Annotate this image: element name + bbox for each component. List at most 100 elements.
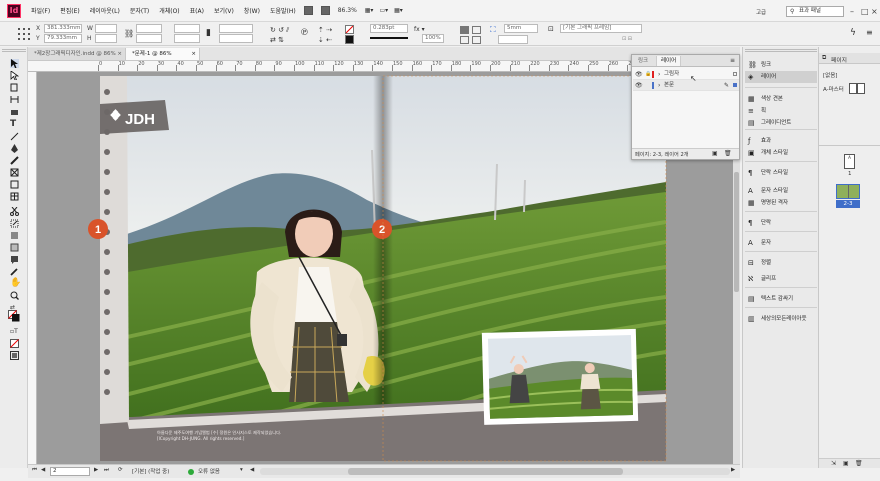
stock-icon[interactable] xyxy=(320,6,330,15)
wrap-around-icon[interactable] xyxy=(472,26,481,34)
stroke-weight-field[interactable]: 0.283pt xyxy=(370,24,408,33)
master-a[interactable]: A-마스터 xyxy=(823,85,844,93)
auto-fit-icon[interactable] xyxy=(460,36,469,44)
visibility-eye-icon[interactable]: 👁 xyxy=(635,80,643,91)
h-field[interactable] xyxy=(95,34,117,43)
delete-layer-icon[interactable]: 🗑 xyxy=(724,150,732,157)
tab-document-2[interactable]: *문제-1 @ 86% × xyxy=(126,48,200,60)
free-transform-tool-icon[interactable] xyxy=(10,219,19,228)
panel-paragraph[interactable]: ¶ 단락 xyxy=(745,217,817,229)
pages-panel-title[interactable]: 페이지 xyxy=(831,55,847,64)
gradient-swatch-tool-icon[interactable] xyxy=(10,231,19,240)
minimize-icon[interactable]: – xyxy=(850,7,854,16)
panel-link[interactable]: ⛓ 링크 xyxy=(745,59,817,71)
page-number-field[interactable]: 2 xyxy=(50,467,90,476)
selection-container-icon[interactable]: ℗ xyxy=(300,28,309,38)
lock-icon[interactable]: 🔒 xyxy=(645,69,651,80)
panel-text-wrap[interactable]: ▤ 텍스트 감싸기 xyxy=(745,293,817,305)
expand-triangle-icon[interactable]: › xyxy=(658,80,660,91)
next-page-icon[interactable]: ▶ xyxy=(94,467,98,473)
panel-menu-icon[interactable]: ≡ xyxy=(866,28,873,37)
object-style-select[interactable]: [기본 그래픽 프레임] xyxy=(560,24,642,33)
rectangle-frame-tool-icon[interactable] xyxy=(10,168,19,177)
tab-close-icon[interactable]: × xyxy=(117,48,122,60)
panel-character-style[interactable]: A 문자 스타일 xyxy=(745,185,817,197)
bridge-icon[interactable] xyxy=(303,6,313,15)
vertical-scroll-thumb[interactable] xyxy=(734,172,739,292)
layer-name[interactable]: 그림자 xyxy=(664,69,679,80)
tools-grip[interactable] xyxy=(2,49,26,52)
hand-tool-icon[interactable]: ✋ xyxy=(10,279,21,288)
layer-target-icon[interactable] xyxy=(733,83,737,87)
open-page-icon[interactable]: ⟳ xyxy=(118,467,123,473)
layer-target-icon[interactable] xyxy=(733,72,737,76)
menu-view[interactable]: 보기(V) xyxy=(214,6,234,15)
scale-x-field[interactable] xyxy=(136,24,162,33)
layer-row[interactable]: 👁 › 본문 ✎ xyxy=(633,80,739,91)
panel-align[interactable]: ⊟ 정렬 xyxy=(745,257,817,269)
zoom-level[interactable]: 86.3% xyxy=(338,7,357,14)
panel-stroke[interactable]: ≡ 획 xyxy=(745,105,817,117)
search-input[interactable]: ⚲ 표과 패널 xyxy=(786,6,844,17)
fit-frame-icon[interactable] xyxy=(472,36,481,44)
panel-gradient[interactable]: ▤ 그레이디언트 xyxy=(745,117,817,129)
apply-none-icon[interactable] xyxy=(10,339,19,348)
tab-close-icon[interactable]: × xyxy=(191,48,196,60)
select-previous-icon[interactable]: ⇣ ⇠ xyxy=(318,36,332,44)
menu-type[interactable]: 문자(T) xyxy=(130,6,149,15)
menu-layout[interactable]: 레이아웃(L) xyxy=(90,6,120,15)
first-page-icon[interactable]: ⏮ xyxy=(32,467,37,474)
menu-file[interactable]: 파일(F) xyxy=(31,6,50,15)
eyedropper-tool-icon[interactable] xyxy=(10,267,19,276)
stroke-type-selector[interactable] xyxy=(370,37,408,39)
menu-help[interactable]: 도움말(H) xyxy=(270,6,296,15)
last-page-icon[interactable]: ⏭ xyxy=(104,467,109,474)
opacity-field[interactable]: 100% xyxy=(422,34,444,43)
panel-dock-grip[interactable] xyxy=(745,49,817,52)
previous-page-icon[interactable]: ◀ xyxy=(41,467,45,473)
arrange-documents-icon[interactable]: ▦▾ xyxy=(394,7,403,14)
stroke-swatch[interactable] xyxy=(345,35,354,44)
master-page-left-thumb[interactable] xyxy=(849,83,857,94)
layers-panel-menu-icon[interactable]: ≡ xyxy=(730,57,735,64)
scale-y-field[interactable] xyxy=(136,34,162,43)
visibility-eye-icon[interactable]: 👁 xyxy=(635,69,643,80)
preflight-menu-icon[interactable]: ▾ xyxy=(240,467,243,473)
panel-fx[interactable]: ƒ 효과 xyxy=(745,135,817,147)
new-page-icon[interactable]: ▣ xyxy=(843,460,849,467)
panel-layers[interactable]: ◈ 레이어 xyxy=(745,71,817,83)
table-tool-icon[interactable] xyxy=(10,192,19,201)
line-tool-icon[interactable] xyxy=(10,132,19,141)
page-1-thumb[interactable]: A xyxy=(844,154,855,169)
close-icon[interactable]: × xyxy=(871,7,878,16)
tab-document-1[interactable]: *제2장그래픽디자인.indd @ 86% × xyxy=(28,48,126,60)
reference-point-icon[interactable] xyxy=(18,28,30,40)
master-none[interactable]: [없음] xyxy=(823,71,837,79)
w-field[interactable] xyxy=(95,24,117,33)
gradient-feather-tool-icon[interactable] xyxy=(10,243,19,252)
layer-name[interactable]: 본문 xyxy=(664,80,674,91)
direct-selection-tool-icon[interactable] xyxy=(10,71,19,80)
x-field[interactable]: 381.333mm xyxy=(44,24,82,33)
scroll-right-icon[interactable]: ▶ xyxy=(731,467,735,473)
select-content-icon[interactable]: ⇡ ⇢ xyxy=(318,26,332,34)
pen-tool-icon[interactable] xyxy=(10,144,19,153)
spread-2-3-thumb[interactable] xyxy=(836,184,860,199)
panel-library[interactable]: ▥ 세상의모든레이아웃 xyxy=(745,313,817,325)
panel-paragraph-style[interactable]: ¶ 단락 스타일 xyxy=(745,167,817,179)
workspace-switcher[interactable]: 고급 xyxy=(756,8,766,16)
master-page-label[interactable]: [기본] (작업 중) xyxy=(132,467,169,475)
fill-stroke-swatches[interactable] xyxy=(8,310,20,322)
text-wrap-icon[interactable] xyxy=(460,26,469,34)
new-layer-icon[interactable]: ▣ xyxy=(712,150,718,157)
zoom-tool-icon[interactable] xyxy=(10,291,19,300)
constrain-icon[interactable]: ▮ xyxy=(206,28,211,38)
tab-links[interactable]: 링크 xyxy=(634,56,652,66)
frame-options-icon[interactable]: ⊡ ⊟ xyxy=(622,36,632,42)
menu-window[interactable]: 창(W) xyxy=(244,6,260,15)
content-collector-icon[interactable] xyxy=(10,107,19,116)
view-options-icon[interactable]: ▦▾ xyxy=(365,7,374,14)
note-tool-icon[interactable] xyxy=(10,255,19,264)
panel-character[interactable]: A 문자 xyxy=(745,237,817,249)
horizontal-scroll-thumb[interactable] xyxy=(348,468,623,475)
